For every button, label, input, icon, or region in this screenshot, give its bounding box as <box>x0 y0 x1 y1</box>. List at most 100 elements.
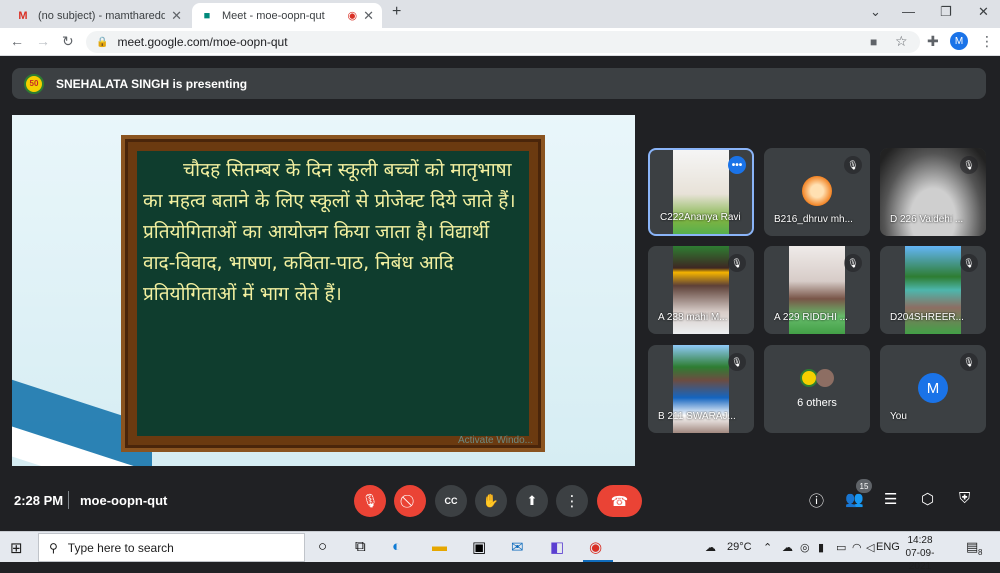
participant-name: D204SHREER... <box>890 312 964 323</box>
app-icon[interactable]: ◧ <box>550 538 564 556</box>
notifications-icon[interactable]: ▤ <box>966 539 978 555</box>
volume-icon[interactable]: ◁ <box>866 541 874 554</box>
cortana-icon[interactable]: ○ <box>318 538 327 555</box>
search-placeholder: Type here to search <box>67 540 174 555</box>
notification-count: 8 <box>978 548 983 557</box>
school-logo: 50 <box>24 73 44 94</box>
edge-icon[interactable]: ◐ <box>392 538 401 555</box>
participant-name: D 226 Vaidehi ... <box>890 214 964 225</box>
captions-button[interactable]: CC <box>435 485 467 517</box>
mic-off-icon: 🎙 <box>728 353 746 371</box>
activate-windows-watermark: Activate Windo... <box>457 435 533 446</box>
mic-toggle-button[interactable]: 🎙 <box>354 485 386 517</box>
mic-off-icon: 🎙 <box>728 254 746 272</box>
participant-tile[interactable]: 🎙 A 238 mahi M... <box>648 246 754 334</box>
recording-icon: ◉ <box>347 10 358 22</box>
participant-name: B 211 SWARAJ... <box>658 411 736 422</box>
divider <box>68 491 69 509</box>
participant-tile[interactable]: 🎙 B 211 SWARAJ... <box>648 345 754 433</box>
tab-gmail[interactable]: M (no subject) - mamthareddy@m ✕ <box>8 3 190 28</box>
others-tile[interactable]: 6 others <box>764 345 870 433</box>
language-indicator[interactable]: ENG <box>876 541 900 553</box>
weather-icon[interactable]: ☁ <box>705 541 716 554</box>
presenting-banner: 50 SNEHALATA SINGH is presenting <box>12 68 986 99</box>
meeting-time: 2:28 PM <box>14 493 64 508</box>
clock-time: 14:28 <box>907 535 933 546</box>
participant-name: C222Ananya Ravi <box>660 212 741 223</box>
mic-off-icon: 🎙 <box>960 156 978 174</box>
mail-icon[interactable]: ✉ <box>511 538 524 556</box>
camera-toggle-button[interactable]: ⃠ <box>394 485 426 517</box>
meeting-details-icon[interactable]: ⓘ <box>809 490 824 511</box>
menu-icon[interactable]: ⋮ <box>980 33 994 50</box>
taskbar-clock[interactable]: 14:28 07-09-2021 <box>900 534 940 573</box>
participant-tile[interactable]: 🎙 D204SHREER... <box>880 246 986 334</box>
participant-avatar <box>802 176 832 206</box>
leave-call-button[interactable]: ☎ <box>597 485 642 517</box>
slide-text: चौदह सितम्बर के दिन स्कूली बच्चों को मात… <box>143 159 516 305</box>
self-tile[interactable]: 🎙 M You <box>880 345 986 433</box>
chat-icon[interactable]: ☰ <box>884 490 897 508</box>
wifi-icon[interactable]: ◠ <box>852 541 862 554</box>
close-tab-icon[interactable]: ✕ <box>363 8 374 24</box>
chrome-icon[interactable]: ◉ <box>589 538 602 556</box>
new-tab-button[interactable]: + <box>392 3 401 21</box>
mic-tray-icon[interactable]: ▮ <box>818 541 824 554</box>
participant-tile[interactable]: 🎙 B216_dhruv mh... <box>764 148 870 236</box>
camera-icon[interactable]: ■ <box>870 35 877 49</box>
search-icon: ⚲ <box>49 540 58 555</box>
taskbar-search[interactable]: ⚲ Type here to search <box>38 533 305 562</box>
tray-expand-icon[interactable]: ⌃ <box>763 541 772 554</box>
participant-tile[interactable]: ••• C222Ananya Ravi <box>648 148 754 236</box>
store-icon[interactable]: ▣ <box>472 538 486 556</box>
host-controls-icon[interactable]: ⛨ <box>959 490 970 507</box>
tab-meet[interactable]: ■ Meet - moe-oopn-qut ◉ ✕ <box>192 3 382 28</box>
file-explorer-icon[interactable]: ▬ <box>432 538 447 555</box>
maximize-icon[interactable]: ❐ <box>940 4 952 20</box>
gmail-icon: M <box>18 9 28 22</box>
minimize-icon[interactable]: — <box>902 4 915 19</box>
others-count: 6 others <box>797 397 837 409</box>
url-text: meet.google.com/moe-oopn-qut <box>117 35 288 49</box>
tab-title: Meet - moe-oopn-qut <box>222 9 325 22</box>
more-options-button[interactable]: ⋮ <box>556 485 588 517</box>
participant-name: You <box>890 411 907 422</box>
participant-tile[interactable]: 🎙 D 226 Vaidehi ... <box>880 148 986 236</box>
back-icon[interactable]: ← <box>10 33 24 49</box>
browser-tab-strip: M (no subject) - mamthareddy@m ✕ ■ Meet … <box>0 0 1000 28</box>
participant-tile[interactable]: 🎙 A 229 RIDDHI ... <box>764 246 870 334</box>
close-tab-icon[interactable]: ✕ <box>171 8 182 24</box>
participant-count-badge: 15 <box>856 479 872 493</box>
mic-off-icon: 🎙 <box>844 156 862 174</box>
mic-off-icon: 🎙 <box>844 254 862 272</box>
extensions-icon[interactable]: ✚ <box>927 33 939 50</box>
browser-toolbar: ← → ↻ 🔒 meet.google.com/moe-oopn-qut ■ ☆… <box>0 28 1000 56</box>
network-icon[interactable]: ☁ <box>782 541 793 554</box>
presenting-text: SNEHALATA SINGH is presenting <box>56 76 248 91</box>
forward-icon[interactable]: → <box>36 33 50 49</box>
participant-name: A 238 mahi M... <box>658 312 728 323</box>
profile-avatar[interactable]: M <box>950 32 968 50</box>
task-view-icon[interactable]: ⧉ <box>355 538 366 555</box>
windows-start-icon[interactable]: ⊞ <box>10 539 23 557</box>
present-screen-button[interactable]: ⬆ <box>516 485 548 517</box>
address-bar[interactable]: 🔒 meet.google.com/moe-oopn-qut <box>86 31 920 53</box>
meeting-code[interactable]: moe-oopn-qut <box>80 493 167 508</box>
activities-icon[interactable]: ⬡ <box>921 490 934 508</box>
meet-icon: ■ <box>203 9 211 22</box>
clock-date: 07-09-2021 <box>905 548 935 572</box>
battery-icon[interactable]: ▭ <box>836 541 846 554</box>
weather-temp[interactable]: 29°C <box>727 541 752 553</box>
bookmark-star-icon[interactable]: ☆ <box>895 33 908 50</box>
more-options-icon[interactable]: ••• <box>728 156 746 174</box>
mic-off-icon: 🎙 <box>960 353 978 371</box>
shared-screen: चौदह सितम्बर के दिन स्कूली बच्चों को मात… <box>12 115 635 466</box>
participant-video <box>673 150 729 234</box>
tab-title: (no subject) - mamthareddy@m <box>38 9 166 22</box>
tab-search-icon[interactable]: ⌄ <box>870 4 881 20</box>
location-icon[interactable]: ◎ <box>800 541 810 554</box>
raise-hand-button[interactable]: ✋ <box>475 485 507 517</box>
reload-icon[interactable]: ↻ <box>62 33 74 50</box>
participant-name: A 229 RIDDHI ... <box>774 312 848 323</box>
close-window-icon[interactable]: ✕ <box>978 4 989 20</box>
